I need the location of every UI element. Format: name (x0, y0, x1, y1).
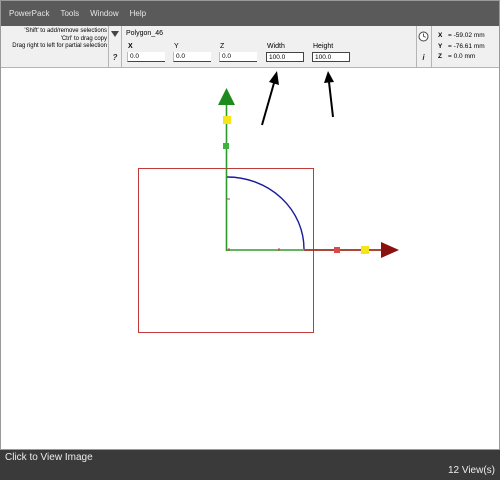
x-field[interactable] (127, 52, 165, 62)
app-window: PowerPack Tools Window Help 'Shift' to a… (0, 0, 500, 450)
toolbar-divider (108, 26, 109, 67)
y-axis-handle[interactable] (223, 143, 229, 149)
info-button[interactable]: i (418, 52, 429, 64)
toolbar-divider (416, 26, 417, 67)
hint-drag: Drag right to left for partial selection (12, 43, 107, 49)
toolbar-divider (121, 26, 122, 67)
menu-help[interactable]: Help (130, 9, 146, 18)
x-axis-handle[interactable] (334, 247, 340, 253)
width-field-label: Width (267, 43, 285, 50)
view-count: 12 View(s) (447, 465, 495, 476)
help-button[interactable]: ? (110, 52, 120, 64)
dropdown-triangle-icon (111, 30, 119, 37)
transform-toolbar: 'Shift' to add/remove selections 'Ctrl' … (1, 26, 499, 68)
annotation-arrow-height (328, 81, 334, 118)
y-field-label: Y (174, 43, 179, 50)
coord-x: X = -59.02 mm (438, 32, 485, 39)
clock-icon (418, 31, 429, 42)
object-name: Polygon_46 (126, 30, 163, 37)
menu-bar: PowerPack Tools Window Help (1, 1, 499, 26)
annotation-arrowhead-width (269, 71, 279, 85)
x-field-label: X (128, 43, 133, 50)
height-field-label: Height (313, 43, 334, 50)
polygon-arc[interactable] (226, 176, 305, 250)
hint-ctrl: 'Ctrl' to drag copy (60, 35, 107, 42)
menu-tools[interactable]: Tools (60, 9, 79, 18)
coord-z: Z = 0.0 mm (438, 53, 476, 60)
z-field[interactable] (219, 52, 257, 62)
height-field[interactable] (312, 52, 350, 62)
view-image-link[interactable]: Click to View Image (5, 452, 93, 463)
clock-button[interactable] (418, 29, 429, 42)
drawing-canvas[interactable] (1, 69, 499, 450)
x-axis-arrow-icon[interactable] (381, 242, 399, 258)
annotation-arrow-width (261, 82, 275, 126)
hint-shift: 'Shift' to add/remove selections (24, 28, 107, 34)
dropdown-button[interactable] (110, 29, 120, 39)
menu-window[interactable]: Window (90, 9, 118, 18)
toolbar-divider (431, 26, 432, 67)
cursor-coordinates: X = -59.02 mm Y = -76.61 mm Z = 0.0 mm (438, 31, 485, 63)
y-axis-scale-handle[interactable] (223, 116, 231, 124)
menu-powerpack[interactable]: PowerPack (9, 9, 49, 18)
x-axis-scale-handle[interactable] (361, 246, 369, 254)
y-axis-arrow-icon[interactable] (218, 88, 235, 105)
width-field[interactable] (266, 52, 304, 62)
caption-bar: Click to View Image 12 View(s) (0, 450, 500, 480)
coord-y: Y = -76.61 mm (438, 42, 485, 50)
selection-hints: 'Shift' to add/remove selections 'Ctrl' … (3, 28, 107, 51)
annotation-arrowhead-height (324, 71, 334, 83)
z-field-label: Z (220, 43, 225, 50)
y-field[interactable] (173, 52, 211, 62)
